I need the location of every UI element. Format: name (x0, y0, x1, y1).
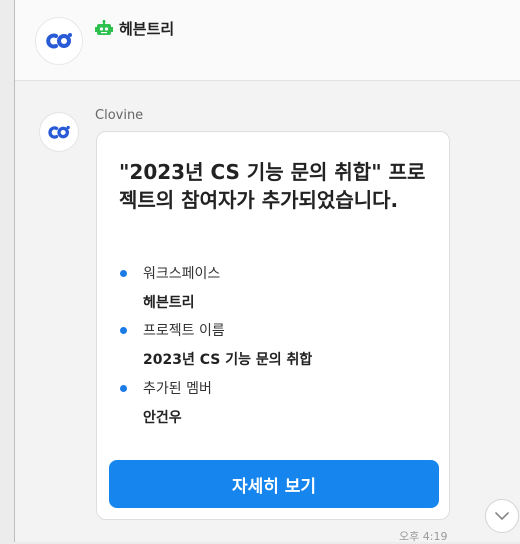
bullet-icon (120, 385, 127, 392)
detail-value: 2023년 CS 기능 문의 취합 (143, 352, 313, 368)
chevron-down-icon (495, 511, 509, 520)
detail-label: 프로젝트 이름 (143, 323, 225, 339)
chat-window: 헤븐트리 Clovine "2023년 CS 기능 문의 취합" 프로젝트의 참… (14, 0, 520, 543)
detail-label: 워크스페이스 (143, 266, 221, 282)
sender-avatar[interactable] (39, 112, 79, 152)
detail-value: 안건우 (143, 410, 182, 426)
detail-label: 추가된 멤버 (143, 381, 212, 397)
workspace-title[interactable]: 헤븐트리 (95, 18, 174, 39)
message-title: "2023년 CS 기능 문의 취합" 프로젝트의 참여자가 추가되었습니다. (119, 160, 426, 212)
chat-header: 헤븐트리 (15, 0, 520, 81)
bullet-icon (120, 327, 127, 334)
detail-value: 헤븐트리 (143, 295, 195, 311)
bullet-icon (120, 270, 127, 277)
scroll-down-button[interactable] (485, 499, 519, 533)
clovine-logo-icon (48, 125, 70, 139)
clovine-logo-icon (35, 17, 83, 65)
robot-icon (95, 19, 113, 38)
workspace-name: 헤븐트리 (119, 20, 175, 38)
view-details-button[interactable]: 자세히 보기 (109, 460, 439, 508)
message-card: "2023년 CS 기능 문의 취합" 프로젝트의 참여자가 추가되었습니다. … (96, 131, 450, 520)
sender-name: Clovine (95, 108, 144, 123)
